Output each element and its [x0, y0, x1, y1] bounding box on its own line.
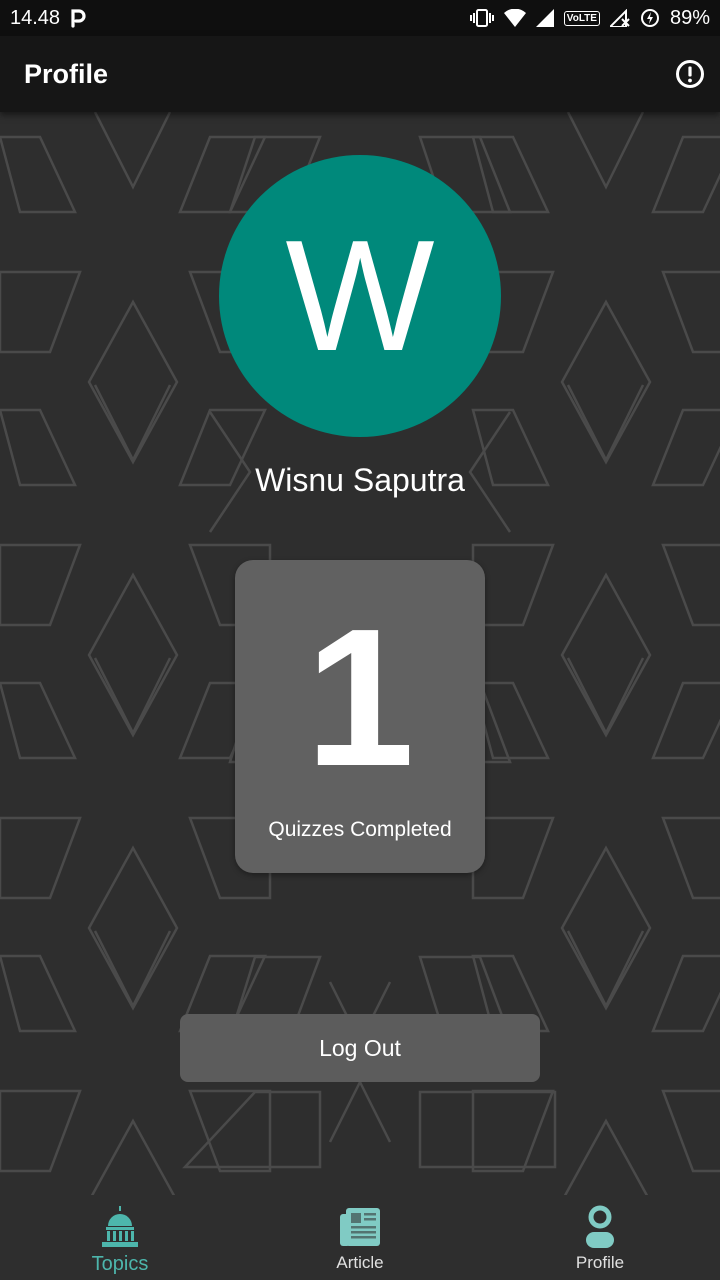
profile-screen: 14.48 VoLTE 89% Profile W Wisnu Saputra … [0, 0, 720, 1280]
nav-label-profile: Profile [575, 1253, 625, 1272]
status-bar: 14.48 VoLTE 89% [0, 0, 720, 36]
status-left: 14.48 [10, 7, 86, 30]
newspaper-icon [336, 1203, 384, 1251]
wifi-icon [503, 9, 526, 27]
nav-item-profile[interactable]: Profile [480, 1195, 720, 1280]
vibrate-icon [469, 8, 494, 28]
capitol-building-icon [96, 1203, 144, 1251]
nav-item-article[interactable]: Article [240, 1195, 480, 1280]
battery-saver-icon [640, 8, 660, 28]
info-button[interactable] [666, 50, 714, 98]
nav-label-topics: Topics [91, 1253, 149, 1275]
app-bar: Profile [0, 36, 720, 112]
user-name: Wisnu Saputra [255, 462, 465, 498]
nav-label-article: Article [336, 1253, 384, 1272]
p-icon [70, 8, 86, 28]
avatar-initial: W [285, 208, 435, 384]
nav-item-topics[interactable]: Topics [0, 1195, 240, 1280]
bottom-navigation: Topics Article Profile [0, 1195, 720, 1280]
volte-badge: VoLTE [563, 10, 600, 26]
battery-percent: 89% [669, 6, 710, 29]
person-icon [576, 1203, 624, 1251]
quizzes-completed-label: Quizzes Completed [268, 818, 452, 841]
quizzes-completed-count: 1 [305, 588, 415, 807]
avatar: W [219, 155, 501, 437]
page-title: Profile [24, 58, 109, 89]
logout-button[interactable]: Log Out [180, 1014, 540, 1082]
info-circle-icon [676, 60, 704, 88]
status-right: VoLTE 89% [469, 6, 710, 30]
signal-icon [535, 9, 554, 27]
signal-no-data-icon [609, 9, 630, 27]
status-time: 14.48 [10, 6, 61, 29]
